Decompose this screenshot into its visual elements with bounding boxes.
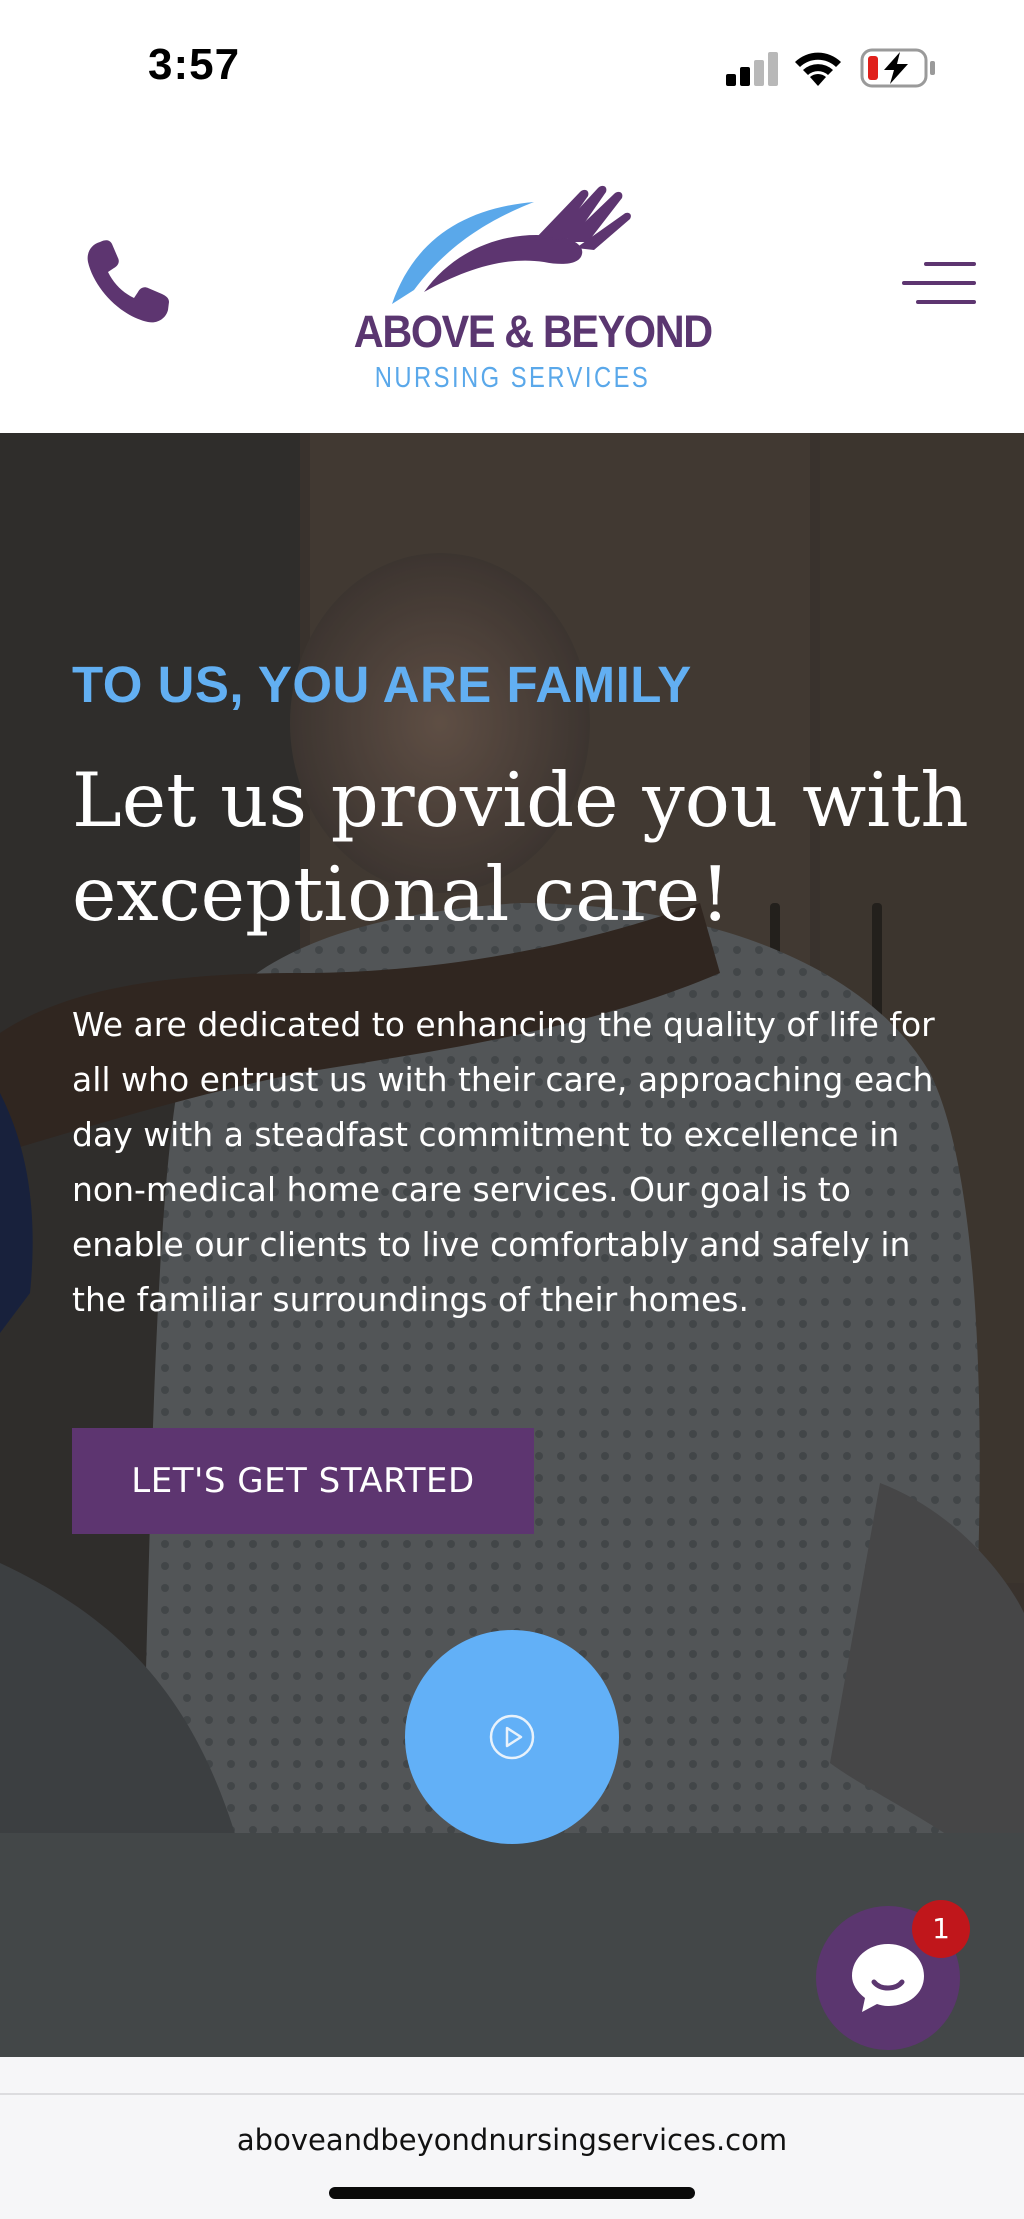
signal-icon: [726, 52, 778, 86]
url-text[interactable]: aboveandbeyondnursingservices.com: [0, 2123, 1024, 2157]
site-logo[interactable]: ABOVE & BEYOND NURSING SERVICES: [340, 180, 713, 395]
logo-title: ABOVE & BEYOND: [353, 306, 713, 357]
status-time: 3:57: [148, 40, 241, 89]
play-circle-icon: [489, 1714, 535, 1760]
battery-charging-icon: [860, 48, 935, 88]
chat-bubble-icon: [852, 1944, 924, 2012]
url-bar-divider: [0, 2093, 1024, 2095]
play-video-button[interactable]: [405, 1630, 619, 1844]
status-bar: 3:57: [0, 0, 1024, 130]
hero-headline: Let us provide you with exceptional care…: [72, 756, 969, 938]
hero-description: We are dedicated to enhancing the qualit…: [72, 1005, 935, 1319]
chat-notification-badge: 1: [912, 1900, 970, 1958]
caring-hand-logo-icon: [392, 185, 631, 304]
home-indicator[interactable]: [329, 2187, 695, 2199]
browser-address-bar[interactable]: aboveandbeyondnursingservices.com: [0, 2057, 1024, 2219]
get-started-button[interactable]: LET'S GET STARTED: [72, 1428, 534, 1534]
site-header: ABOVE & BEYOND NURSING SERVICES: [0, 130, 1024, 433]
hero-section: TO US, YOU ARE FAMILY Let us provide you…: [0, 433, 1024, 2057]
hero-eyebrow: TO US, YOU ARE FAMILY: [72, 656, 692, 713]
wifi-icon: [795, 52, 841, 86]
logo-subtitle: NURSING SERVICES: [374, 362, 651, 394]
phone-icon[interactable]: [82, 236, 174, 328]
hamburger-menu-icon[interactable]: [902, 260, 976, 306]
